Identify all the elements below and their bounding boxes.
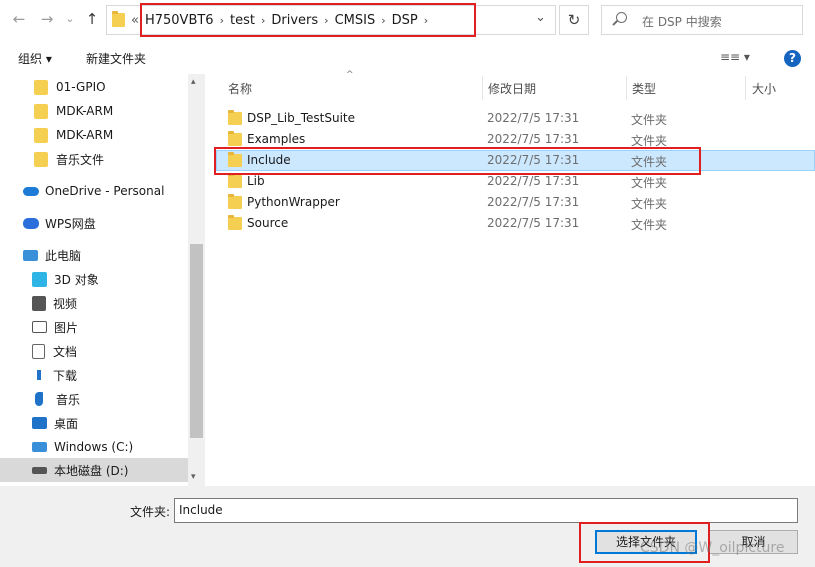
sidebar-item-this-pc[interactable]: 此电脑 [23, 244, 81, 266]
folder-icon [34, 103, 48, 119]
address-dropdown-icon[interactable]: ⌄ [535, 10, 546, 25]
pictures-icon [32, 321, 47, 333]
sidebar-item[interactable]: 文档 [32, 340, 77, 362]
organize-button[interactable]: 组织 ▾ [18, 50, 52, 67]
column-header-name[interactable]: 名称 [228, 76, 252, 100]
sidebar-item[interactable]: 3D 对象 [32, 268, 99, 290]
documents-icon [32, 343, 45, 359]
file-row[interactable]: DSP_Lib_TestSuite 2022/7/5 17:31 文件夹 [216, 108, 815, 129]
recent-dropdown-icon[interactable]: ⌄ [60, 8, 80, 30]
sidebar-item-selected[interactable]: 本地磁盘 (D:) [0, 458, 188, 482]
up-arrow-icon[interactable]: ↑ [82, 8, 102, 30]
scroll-up-icon[interactable]: ▴ [191, 77, 196, 87]
refresh-button[interactable]: ↻ [559, 5, 589, 35]
watermark: CSDN @W_oilpicture [640, 540, 785, 556]
view-options-button[interactable]: ≡≡ ▾ [720, 50, 750, 64]
3d-objects-icon [32, 271, 47, 287]
folder-icon [34, 79, 48, 95]
column-divider[interactable] [482, 76, 483, 100]
this-pc-icon [23, 249, 38, 261]
search-placeholder: 在 DSP 中搜索 [642, 15, 722, 29]
highlight-box [214, 147, 701, 175]
folder-icon [228, 110, 242, 125]
drive-d-icon [32, 466, 47, 474]
folder-icon [112, 11, 125, 27]
column-divider[interactable] [626, 76, 627, 100]
folder-icon [34, 127, 48, 143]
column-divider[interactable] [745, 76, 746, 100]
sidebar-item[interactable]: 音乐文件 [34, 148, 104, 170]
wps-cloud-icon [23, 217, 39, 229]
sidebar-item[interactable]: 下载 [32, 364, 77, 386]
help-icon[interactable]: ? [784, 50, 801, 67]
sidebar-item[interactable]: MDK-ARM [34, 100, 113, 122]
sidebar-item-wps[interactable]: WPS网盘 [23, 212, 96, 234]
folder-icon [228, 215, 242, 230]
file-row[interactable]: Source 2022/7/5 17:31 文件夹 [216, 213, 815, 234]
sidebar-item-onedrive[interactable]: OneDrive - Personal [23, 180, 164, 202]
folder-icon [34, 151, 48, 167]
sort-ascending-icon: ^ [346, 70, 354, 80]
sidebar-item[interactable]: 01-GPIO [34, 76, 106, 98]
search-input[interactable]: 在 DSP 中搜索 [601, 5, 803, 35]
back-arrow-icon[interactable]: ← [9, 8, 29, 30]
video-icon [32, 295, 46, 311]
folder-icon [228, 131, 242, 146]
column-header-date[interactable]: 修改日期 [488, 76, 536, 100]
sidebar-item[interactable]: Windows (C:) [32, 436, 133, 458]
folder-icon [228, 173, 242, 188]
forward-arrow-icon[interactable]: → [37, 8, 57, 30]
column-header-type[interactable]: 类型 [632, 76, 656, 100]
music-icon [35, 392, 43, 406]
drive-c-icon [32, 442, 47, 452]
highlight-box [140, 3, 476, 37]
sidebar-item[interactable]: 图片 [32, 316, 78, 338]
new-folder-button[interactable]: 新建文件夹 [86, 50, 146, 67]
sidebar-item[interactable]: 视频 [32, 292, 77, 314]
search-icon [616, 12, 627, 23]
column-header-size[interactable]: 大小 [752, 76, 776, 100]
sidebar-scrollbar-thumb[interactable] [190, 244, 203, 438]
download-icon [32, 367, 46, 383]
onedrive-icon [23, 186, 39, 196]
folder-label: 文件夹: [130, 505, 171, 519]
sidebar-item[interactable]: 音乐 [32, 388, 80, 410]
folder-input[interactable]: Include [174, 498, 798, 523]
folder-icon [228, 194, 242, 209]
desktop-icon [32, 417, 47, 429]
scroll-down-icon[interactable]: ▾ [191, 472, 196, 482]
sidebar-item[interactable]: 桌面 [32, 412, 78, 434]
file-row[interactable]: PythonWrapper 2022/7/5 17:31 文件夹 [216, 192, 815, 213]
navigation-pane: 01-GPIO MDK-ARM MDK-ARM 音乐文件 OneDrive - … [0, 74, 205, 486]
sidebar-item[interactable]: MDK-ARM [34, 124, 113, 146]
